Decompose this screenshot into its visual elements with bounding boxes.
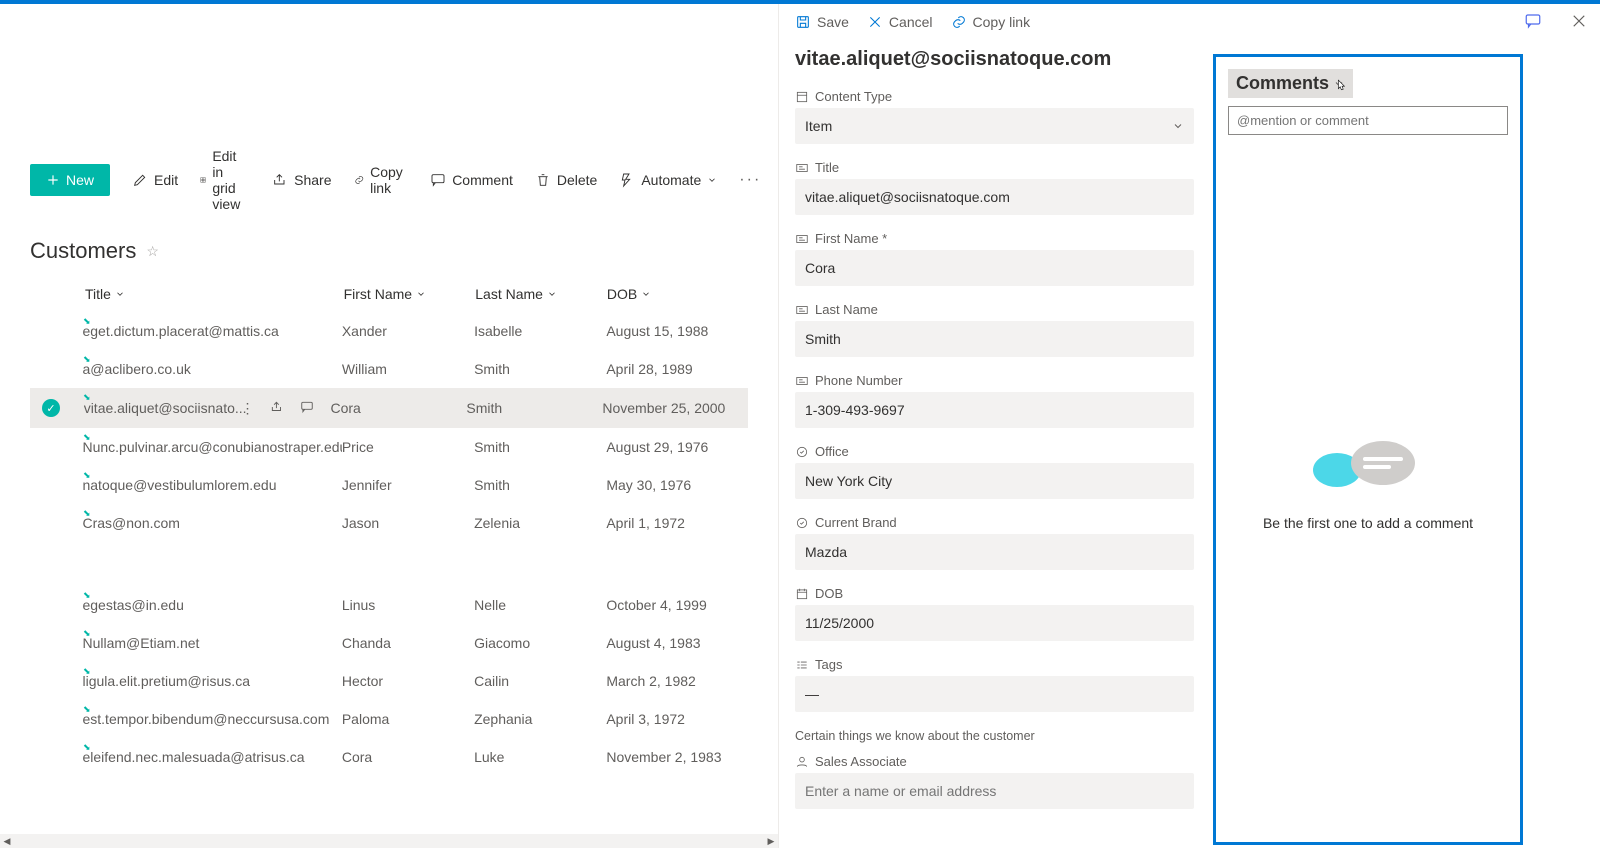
table-row[interactable]: ⬊est.tempor.bibendum@neccursusa.comPalom… xyxy=(30,700,748,738)
dob-label: DOB xyxy=(795,586,1194,601)
list-pane: New Edit Edit in grid view Share Copy li… xyxy=(0,4,778,848)
overflow-menu[interactable]: ··· xyxy=(739,171,761,189)
content-type-label: Content Type xyxy=(795,89,1194,104)
detail-toolbar: Save Cancel Copy link xyxy=(795,4,1194,36)
detail-heading: vitae.aliquet@sociisnatoque.com xyxy=(795,48,1194,71)
automate-label: Automate xyxy=(641,172,701,188)
table-row[interactable]: ⬊a@aclibero.co.ukWilliamSmithApril 28, 1… xyxy=(30,350,748,388)
col-dob[interactable]: DOB xyxy=(607,286,748,302)
phone-field[interactable] xyxy=(795,392,1194,428)
office-field[interactable] xyxy=(795,463,1194,499)
table-row[interactable]: ⬊Cras@non.comJasonZeleniaApril 1, 1972 xyxy=(30,504,748,542)
sales-label: Sales Associate xyxy=(795,754,1194,769)
col-title[interactable]: Title xyxy=(85,286,344,302)
new-badge-icon: ⬊ xyxy=(83,666,91,677)
table-row[interactable]: ⬊Nunc.pulvinar.arcu@conubianostraper.edu… xyxy=(30,428,748,466)
automate-button[interactable]: Automate xyxy=(619,172,717,188)
delete-label: Delete xyxy=(557,172,597,188)
new-badge-icon: ⬊ xyxy=(83,432,91,443)
new-badge-icon: ⬊ xyxy=(83,704,91,715)
last-name-field[interactable] xyxy=(795,321,1194,357)
col-first-name[interactable]: First Name xyxy=(344,286,476,302)
share-button[interactable]: Share xyxy=(272,172,331,188)
check-icon[interactable] xyxy=(42,399,60,417)
save-button[interactable]: Save xyxy=(795,14,849,30)
comment-input[interactable] xyxy=(1228,106,1508,135)
detail-pane: Save Cancel Copy link vitae.aliquet@soci… xyxy=(778,4,1210,848)
table-row-selected[interactable]: ⬊ vitae.aliquet@sociisnato... ⋮ Cora Smi… xyxy=(30,388,748,428)
sales-associate-field[interactable] xyxy=(795,773,1194,809)
comment-button[interactable]: Comment xyxy=(430,172,513,188)
title-field[interactable] xyxy=(795,179,1194,215)
edit-grid-button[interactable]: Edit in grid view xyxy=(200,148,250,212)
comments-header[interactable]: Comments xyxy=(1228,69,1353,98)
title-field-label: Title xyxy=(795,160,1194,175)
horizontal-scrollbar[interactable]: ◀ ▶ xyxy=(0,834,778,848)
new-button[interactable]: New xyxy=(30,164,110,196)
scroll-right-icon[interactable]: ▶ xyxy=(764,834,778,848)
copylink-detail-button[interactable]: Copy link xyxy=(951,14,1031,30)
favorite-star-icon[interactable]: ☆ xyxy=(146,243,159,260)
new-badge-icon: ⬊ xyxy=(83,354,91,365)
col-last-name[interactable]: Last Name xyxy=(475,286,607,302)
cancel-button[interactable]: Cancel xyxy=(867,14,933,30)
edit-grid-label: Edit in grid view xyxy=(212,148,250,212)
comment-label: Comment xyxy=(452,172,513,188)
new-badge-icon: ⬊ xyxy=(83,470,91,481)
table-row[interactable]: ⬊eleifend.nec.malesuada@atrisus.caCoraLu… xyxy=(30,738,748,776)
copylink-label: Copy link xyxy=(370,164,408,196)
tags-field[interactable] xyxy=(795,676,1194,712)
comments-toggle-icon[interactable] xyxy=(1524,12,1542,30)
edit-button[interactable]: Edit xyxy=(132,172,178,188)
comments-pane: Comments Be the first one to add a comme… xyxy=(1213,54,1523,845)
page-title: Customers xyxy=(30,238,136,264)
row-more-icon[interactable]: ⋮ xyxy=(240,400,254,417)
first-name-label: First Name * xyxy=(795,231,1194,246)
dob-field[interactable] xyxy=(795,605,1194,641)
chevron-down-icon xyxy=(1333,78,1345,90)
new-badge-icon: ⬊ xyxy=(83,742,91,753)
detail-toolbar-right xyxy=(1524,12,1588,30)
table-row[interactable]: ⬊Nullam@Etiam.netChandaGiacomoAugust 4, … xyxy=(30,624,748,662)
close-icon[interactable] xyxy=(1570,12,1588,30)
table-header: Title First Name Last Name DOB xyxy=(30,276,748,312)
row-share-icon[interactable] xyxy=(270,400,284,417)
tags-label: Tags xyxy=(795,657,1194,672)
table-row[interactable]: ⬊eget.dictum.placerat@mattis.caXanderIsa… xyxy=(30,312,748,350)
table-row[interactable]: ⬊ligula.elit.pretium@risus.caHectorCaili… xyxy=(30,662,748,700)
new-badge-icon: ⬊ xyxy=(83,392,91,403)
delete-button[interactable]: Delete xyxy=(535,172,597,188)
chat-bubbles-icon xyxy=(1313,435,1423,495)
phone-label: Phone Number xyxy=(795,373,1194,388)
table-row[interactable]: ⬊egestas@in.eduLinusNelleOctober 4, 1999 xyxy=(30,586,748,624)
new-button-label: New xyxy=(66,172,94,188)
brand-label: Current Brand xyxy=(795,515,1194,530)
list-command-bar: New Edit Edit in grid view Share Copy li… xyxy=(0,132,778,212)
copylink-button[interactable]: Copy link xyxy=(354,164,409,196)
tags-helper: Certain things we know about the custome… xyxy=(795,728,1194,744)
last-name-label: Last Name xyxy=(795,302,1194,317)
chevron-down-icon xyxy=(707,172,717,188)
content-type-select[interactable]: Item xyxy=(795,108,1194,144)
first-name-field[interactable] xyxy=(795,250,1194,286)
brand-field[interactable] xyxy=(795,534,1194,570)
row-comment-icon[interactable] xyxy=(300,400,314,417)
scroll-left-icon[interactable]: ◀ xyxy=(0,834,14,848)
new-badge-icon: ⬊ xyxy=(83,316,91,327)
new-badge-icon: ⬊ xyxy=(83,628,91,639)
new-badge-icon: ⬊ xyxy=(83,590,91,601)
share-label: Share xyxy=(294,172,331,188)
table-row[interactable]: ⬊natoque@vestibulumlorem.eduJenniferSmit… xyxy=(30,466,748,504)
table-body: ⬊eget.dictum.placerat@mattis.caXanderIsa… xyxy=(30,312,748,776)
comments-empty-state: Be the first one to add a comment xyxy=(1228,135,1508,830)
new-badge-icon: ⬊ xyxy=(83,508,91,519)
edit-label: Edit xyxy=(154,172,178,188)
office-label: Office xyxy=(795,444,1194,459)
customers-table: Title First Name Last Name DOB ⬊eget.dic… xyxy=(0,276,778,776)
